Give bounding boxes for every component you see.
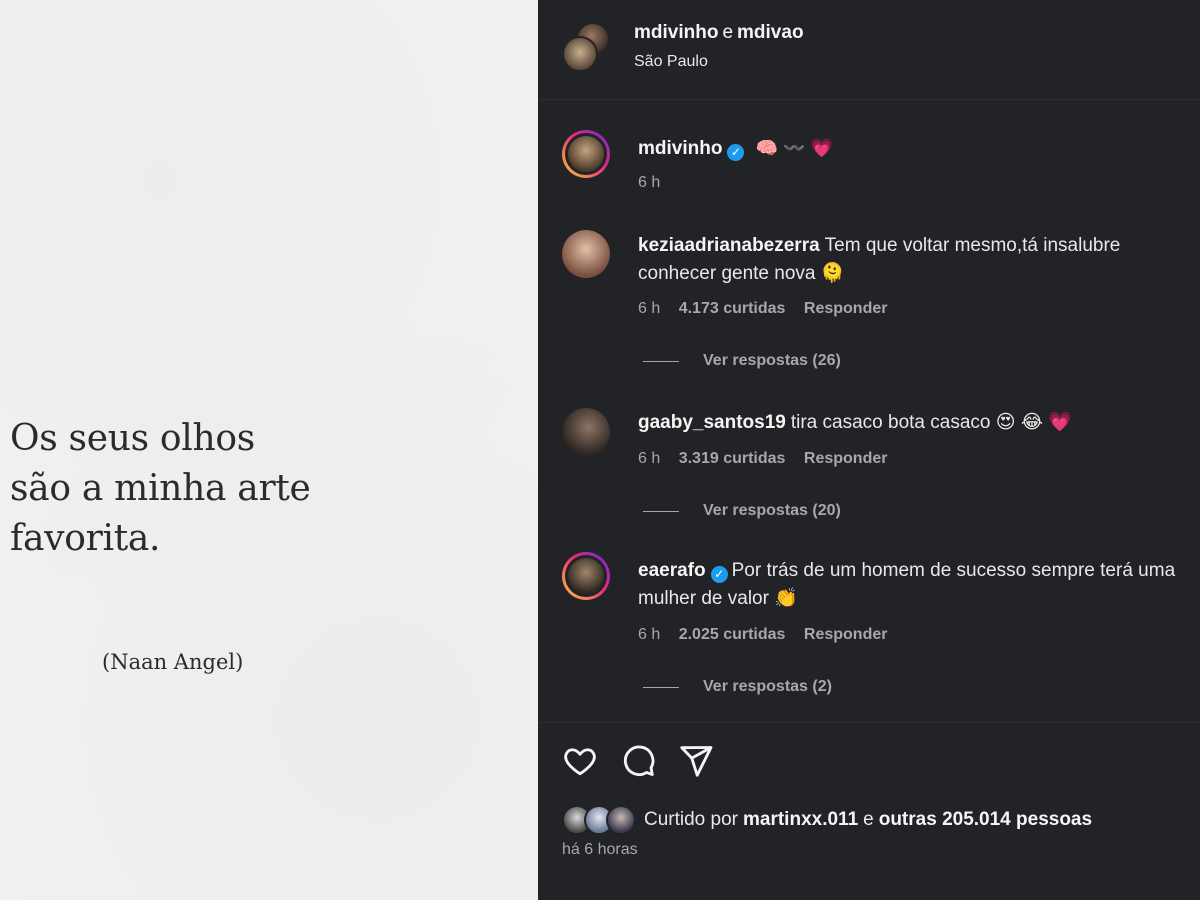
caption-meta: 6 h [638,174,674,192]
post-header: mdivinho e mdivao São Paulo [538,0,1200,100]
post-actions: Curtido por martinxx.011 e outras 205.01… [538,722,1200,900]
verified-icon: ✓ [710,566,728,583]
quote-text: Os seus olhos são a minha arte favorita. [10,414,530,564]
location-link[interactable]: São Paulo [634,53,708,71]
author-connector: e [722,22,734,43]
timestamp[interactable]: 6 h [638,174,660,191]
post-image[interactable]: Os seus olhos são a minha arte favorita.… [0,0,538,900]
quote-line: são a minha arte [10,468,311,509]
caption-emojis: 🧠 〰️ 💗 [755,138,833,158]
timestamp[interactable]: 6 h [638,300,660,317]
liked-avatars[interactable] [562,805,640,835]
view-replies-button[interactable]: Ver respostas (26) [643,352,841,370]
comment-text: eaerafo ✓ Por trás de um homem de sucesso … [638,557,1190,613]
caption-avatar[interactable] [562,130,610,178]
liked-by-username[interactable]: martinxx.011 [743,809,858,831]
commenter-avatar[interactable] [562,552,610,600]
comment-meta: 6 h 3.319 curtidas Responder [638,450,901,468]
share-icon[interactable] [678,743,714,779]
author-username[interactable]: mdivinho [634,22,718,43]
view-replies-button[interactable]: Ver respostas (2) [643,678,832,696]
view-replies-label: Ver respostas (2) [703,678,832,695]
liked-by-others[interactable]: outras 205.014 pessoas [879,809,1092,831]
view-replies-button[interactable]: Ver respostas (20) [643,502,841,520]
caption-text: mdivinho ✓ 🧠 〰️ 💗 [638,134,1190,163]
timestamp[interactable]: 6 h [638,626,660,643]
commenter-username[interactable]: gaaby_santos19 [638,412,786,433]
comments-panel: mdivinho e mdivao São Paulo mdivinho ✓ 🧠 〰️… [538,0,1200,900]
reply-button[interactable]: Responder [804,626,888,643]
comment-meta: 6 h 4.173 curtidas Responder [638,300,901,318]
post-timestamp[interactable]: há 6 horas [562,841,638,859]
caption-username[interactable]: mdivinho [638,138,722,159]
author-username[interactable]: mdivao [737,22,804,43]
verified-icon: ✓ [727,144,745,161]
liked-by: Curtido por martinxx.011 e outras 205.01… [562,805,1097,835]
likes-count[interactable]: 2.025 curtidas [679,626,786,643]
heart-icon[interactable] [562,743,598,779]
quote-author: (Naan Angel) [102,650,244,674]
view-replies-label: Ver respostas (26) [703,352,841,369]
comment-text: keziaadrianabezerra Tem que voltar mesmo,… [638,232,1190,288]
avatar [562,36,598,72]
quote-line: Os seus olhos [10,418,255,459]
commenter-avatar[interactable] [562,230,610,278]
reply-button[interactable]: Responder [804,300,888,317]
liked-by-connector: e [863,809,874,830]
quote-line: favorita. [10,518,161,559]
comment-icon[interactable] [620,743,656,779]
view-replies-label: Ver respostas (20) [703,502,841,519]
comment-meta: 6 h 2.025 curtidas Responder [638,626,901,644]
replies-divider [643,360,679,362]
reply-button[interactable]: Responder [804,450,888,467]
action-icons [562,743,714,779]
commenter-username[interactable]: eaerafo [638,560,706,581]
commenter-avatar[interactable] [562,408,610,456]
comment-text: gaaby_santos19 tira casaco bota casaco 😍 … [638,409,1190,437]
likes-count[interactable]: 4.173 curtidas [679,300,786,317]
author-names: mdivinho e mdivao [634,22,804,44]
likes-count[interactable]: 3.319 curtidas [679,450,786,467]
comment-body: tira casaco bota casaco 😍 😂 💗 [790,412,1072,433]
avatar [606,805,636,835]
timestamp[interactable]: 6 h [638,450,660,467]
collab-avatars[interactable] [562,22,612,72]
replies-divider [643,686,679,688]
liked-by-prefix: Curtido por [644,809,738,830]
replies-divider [643,510,679,512]
commenter-username[interactable]: keziaadrianabezerra [638,235,820,256]
